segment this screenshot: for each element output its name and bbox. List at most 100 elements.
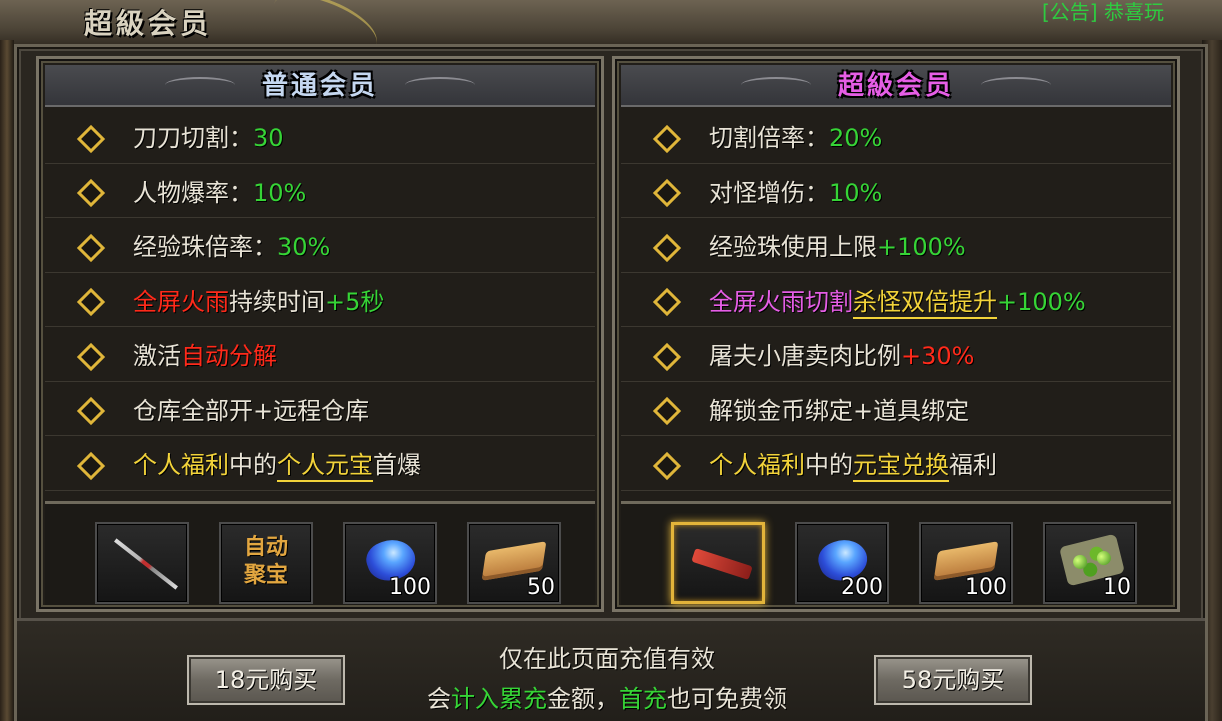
benefit-row: 激活自动分解	[45, 327, 595, 382]
benefit-row: 个人福利中的个人元宝首爆	[45, 436, 595, 491]
diamond-bullet-icon	[79, 399, 97, 417]
text-segment: 解锁金币绑定+道具绑定	[709, 396, 970, 425]
super-member-title: 超級会员	[837, 71, 954, 101]
buy-18-button[interactable]: 18元购买	[187, 655, 345, 705]
background-left-edge	[0, 40, 14, 721]
text-segment: 30%	[277, 233, 331, 262]
text-segment: 20%	[829, 124, 883, 153]
benefit-text: 全屏火雨切割杀怪双倍提升+100%	[709, 282, 1086, 319]
item-count: 100	[389, 575, 431, 600]
diamond-bullet-icon	[79, 236, 97, 254]
reward-slot[interactable]: 100	[919, 522, 1013, 604]
text-segment: 计入累充	[451, 685, 547, 713]
red-weapon-icon	[691, 548, 753, 580]
benefit-row: 解锁金币绑定+道具绑定	[621, 382, 1171, 436]
benefit-text: 对怪增伤：10%	[709, 173, 882, 208]
super-member-header: 超級会员	[621, 65, 1171, 107]
text-segment: 会	[427, 685, 451, 713]
reward-slot[interactable]: 200	[795, 522, 889, 604]
benefit-row: 仓库全部开+远程仓库	[45, 382, 595, 436]
announcement-tag: [公告]	[1042, 0, 1098, 24]
text-segment: 中的	[229, 451, 277, 480]
text-segment: 持续时间	[229, 287, 325, 316]
benefit-text: 仓库全部开+远程仓库	[133, 391, 369, 426]
text-segment: +5秒	[325, 287, 385, 316]
reward-slot[interactable]	[95, 522, 189, 604]
super-benefit-list: 切割倍率：20% 对怪增伤：10% 经验珠使用上限+100% 全屏火雨切割杀怪双倍提升…	[621, 109, 1171, 497]
reward-slot[interactable]: 50	[467, 522, 561, 604]
normal-benefit-list: 刀刀切割：30 人物爆率：10% 经验珠倍率：30% 全屏火雨持续时间+5秒激活自动分…	[45, 109, 595, 497]
benefit-text: 个人福利中的个人元宝首爆	[133, 445, 421, 483]
benefit-text: 经验珠倍率：30%	[133, 227, 330, 262]
reward-slot[interactable]	[671, 522, 765, 604]
diamond-bullet-icon	[79, 454, 97, 472]
text-segment: 首爆	[373, 451, 421, 480]
normal-member-header: 普通会员	[45, 65, 595, 107]
header-ornament-left	[741, 77, 811, 93]
purchase-bar: 18元购买 仅在此页面充值有效 会计入累充金额，首充也可免费领 58元购买	[17, 618, 1205, 721]
benefit-row: 对怪增伤：10%	[621, 164, 1171, 218]
text-segment: 金额，	[547, 685, 619, 713]
spear-icon	[114, 538, 178, 590]
diamond-bullet-icon	[79, 127, 97, 145]
text-segment: 也可免费领	[667, 685, 787, 713]
item-count: 200	[841, 575, 883, 600]
buy-58-button[interactable]: 58元购买	[874, 655, 1032, 705]
diamond-bullet-icon	[655, 399, 673, 417]
header-ornament-right	[405, 77, 475, 93]
normal-member-title: 普通会员	[261, 71, 378, 101]
text-segment: 福利	[949, 451, 997, 480]
text-segment: 首充	[619, 685, 667, 713]
text-segment: 全屏火雨	[133, 287, 229, 316]
diamond-bullet-icon	[79, 345, 97, 363]
benefit-text: 经验珠使用上限+100%	[709, 227, 966, 262]
benefit-text: 屠夫小唐卖肉比例+30%	[709, 336, 974, 371]
text-segment: 对怪增伤：	[709, 178, 829, 207]
announcement-text: 恭喜玩	[1103, 0, 1164, 24]
benefit-row: 切割倍率：20%	[621, 109, 1171, 164]
benefit-row: 经验珠使用上限+100%	[621, 218, 1171, 273]
reward-slot[interactable]: 100	[343, 522, 437, 604]
diamond-bullet-icon	[79, 290, 97, 308]
benefit-row: 人物爆率：10%	[45, 164, 595, 218]
benefit-text: 激活自动分解	[133, 336, 277, 371]
benefit-text: 刀刀切割：30	[133, 118, 284, 153]
text-segment: 个人福利	[709, 451, 805, 480]
super-reward-bar: 200 100 10	[621, 501, 1171, 605]
benefit-row: 个人福利中的元宝兑换福利	[621, 436, 1171, 491]
text-segment: 激活	[133, 342, 181, 371]
item-count: 50	[527, 575, 555, 600]
benefit-row: 刀刀切割：30	[45, 109, 595, 164]
header-ornament-right	[981, 77, 1051, 93]
text-segment: 个人元宝	[277, 451, 373, 483]
auto-loot-icon: 自动 聚宝	[243, 535, 288, 588]
text-segment: 经验珠倍率：	[133, 233, 277, 262]
text-segment: 10%	[829, 178, 883, 207]
normal-member-panel: 普通会员 刀刀切割：30 人物爆率：10% 经验珠倍率：30% 全屏火雨持续时间+5秒…	[36, 56, 604, 612]
text-segment: 10%	[253, 178, 307, 207]
text-segment: 人物爆率：	[133, 178, 253, 207]
diamond-bullet-icon	[655, 454, 673, 472]
super-member-panel: 超級会员 切割倍率：20% 对怪增伤：10% 经验珠使用上限+100% 全屏火雨切割杀…	[612, 56, 1180, 612]
announcement-ticker: [公告] 恭喜玩	[1042, 0, 1222, 24]
text-segment: 全屏火雨切割	[709, 287, 853, 316]
reward-slot[interactable]: 10	[1043, 522, 1137, 604]
benefit-text: 解锁金币绑定+道具绑定	[709, 391, 969, 426]
text-segment: 切割倍率：	[709, 124, 829, 153]
benefit-text: 人物爆率：10%	[133, 173, 306, 208]
diamond-bullet-icon	[655, 181, 673, 199]
text-segment: 杀怪双倍提升	[853, 287, 997, 319]
diamond-bullet-icon	[79, 181, 97, 199]
diamond-bullet-icon	[655, 236, 673, 254]
text-segment: 刀刀切割：	[133, 124, 253, 153]
text-segment: +30%	[901, 342, 975, 371]
text-segment: +100%	[877, 233, 966, 262]
benefit-row: 屠夫小唐卖肉比例+30%	[621, 327, 1171, 382]
window-title: 超級会员	[84, 7, 213, 40]
text-segment: 屠夫小唐卖肉比例	[709, 342, 901, 371]
reward-slot[interactable]: 自动 聚宝	[219, 522, 313, 604]
recharge-notice: 仅在此页面充值有效 会计入累充金额，首充也可免费领	[377, 639, 837, 719]
text-segment: 中的	[805, 451, 853, 480]
benefit-row: 全屏火雨切割杀怪双倍提升+100%	[621, 273, 1171, 327]
benefit-text: 切割倍率：20%	[709, 118, 882, 153]
